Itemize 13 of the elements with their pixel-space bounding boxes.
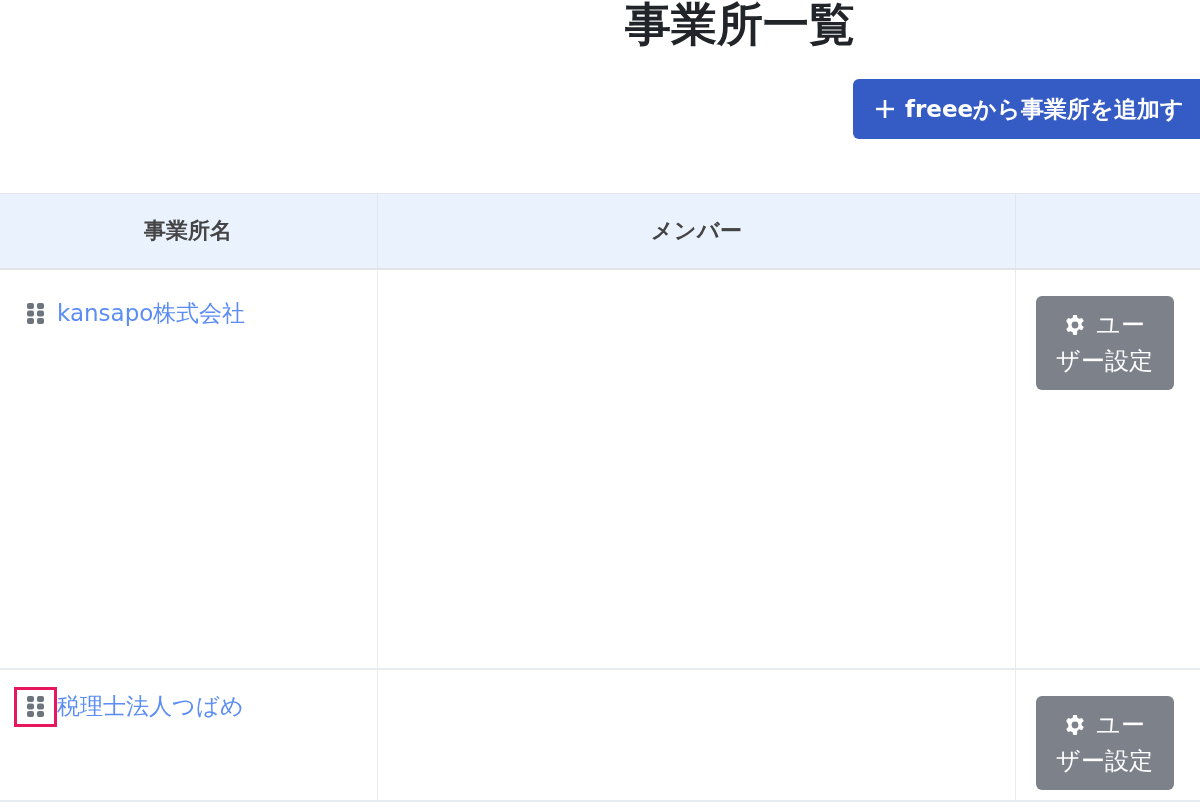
column-header: 事業所名	[0, 193, 377, 269]
gear-icon	[1064, 313, 1086, 336]
page-title: 事業所一覧	[625, 0, 855, 48]
user-settings-button[interactable]: ユーザー設定	[1035, 295, 1174, 390]
add-office-button[interactable]: freeeから事業所を追加す	[853, 79, 1200, 139]
column-header: メンバー	[377, 193, 1015, 269]
user-settings-button[interactable]: ユーザー設定	[1035, 695, 1174, 790]
drag-handle-icon[interactable]	[27, 696, 44, 717]
office-name-link[interactable]: kansapo株式会社	[57, 296, 246, 331]
drag-handle-icon[interactable]	[27, 303, 44, 324]
plus-icon	[875, 99, 895, 119]
office-name-link[interactable]: 税理士法人つばめ	[57, 689, 244, 724]
gear-icon	[1064, 713, 1086, 736]
